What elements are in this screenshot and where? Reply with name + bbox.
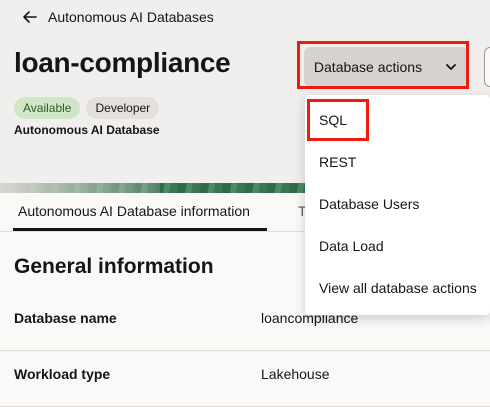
menu-item-rest[interactable]: REST <box>319 154 356 170</box>
secondary-action-button[interactable] <box>484 47 490 87</box>
page-subtitle: Autonomous AI Database <box>14 123 160 137</box>
status-badge-available: Available <box>14 97 81 119</box>
info-label: Database name <box>14 310 117 326</box>
info-value: Lakehouse <box>261 366 330 382</box>
page-title: loan-compliance <box>14 47 231 78</box>
active-tab-indicator <box>13 228 267 231</box>
back-link[interactable]: Autonomous AI Databases <box>22 9 214 25</box>
highlight-box-sql <box>307 99 369 141</box>
status-badges: Available Developer <box>14 97 160 119</box>
info-label: Workload type <box>14 366 111 382</box>
menu-item-data-load[interactable]: Data Load <box>319 238 384 254</box>
decorative-banner-fade <box>0 183 160 193</box>
back-link-label: Autonomous AI Databases <box>48 9 214 25</box>
status-badge-developer: Developer <box>86 97 160 119</box>
tab-database-information[interactable]: Autonomous AI Database information <box>18 203 250 219</box>
section-title: General information <box>14 255 214 278</box>
arrow-left-icon <box>23 11 37 23</box>
info-row-workload-type: Workload type Lakehouse <box>0 366 490 407</box>
info-row-database-name: Database name loancompliance <box>0 310 490 351</box>
menu-item-database-users[interactable]: Database Users <box>319 196 419 212</box>
menu-item-view-all[interactable]: View all database actions <box>319 280 477 296</box>
highlight-box-actions <box>297 41 469 89</box>
